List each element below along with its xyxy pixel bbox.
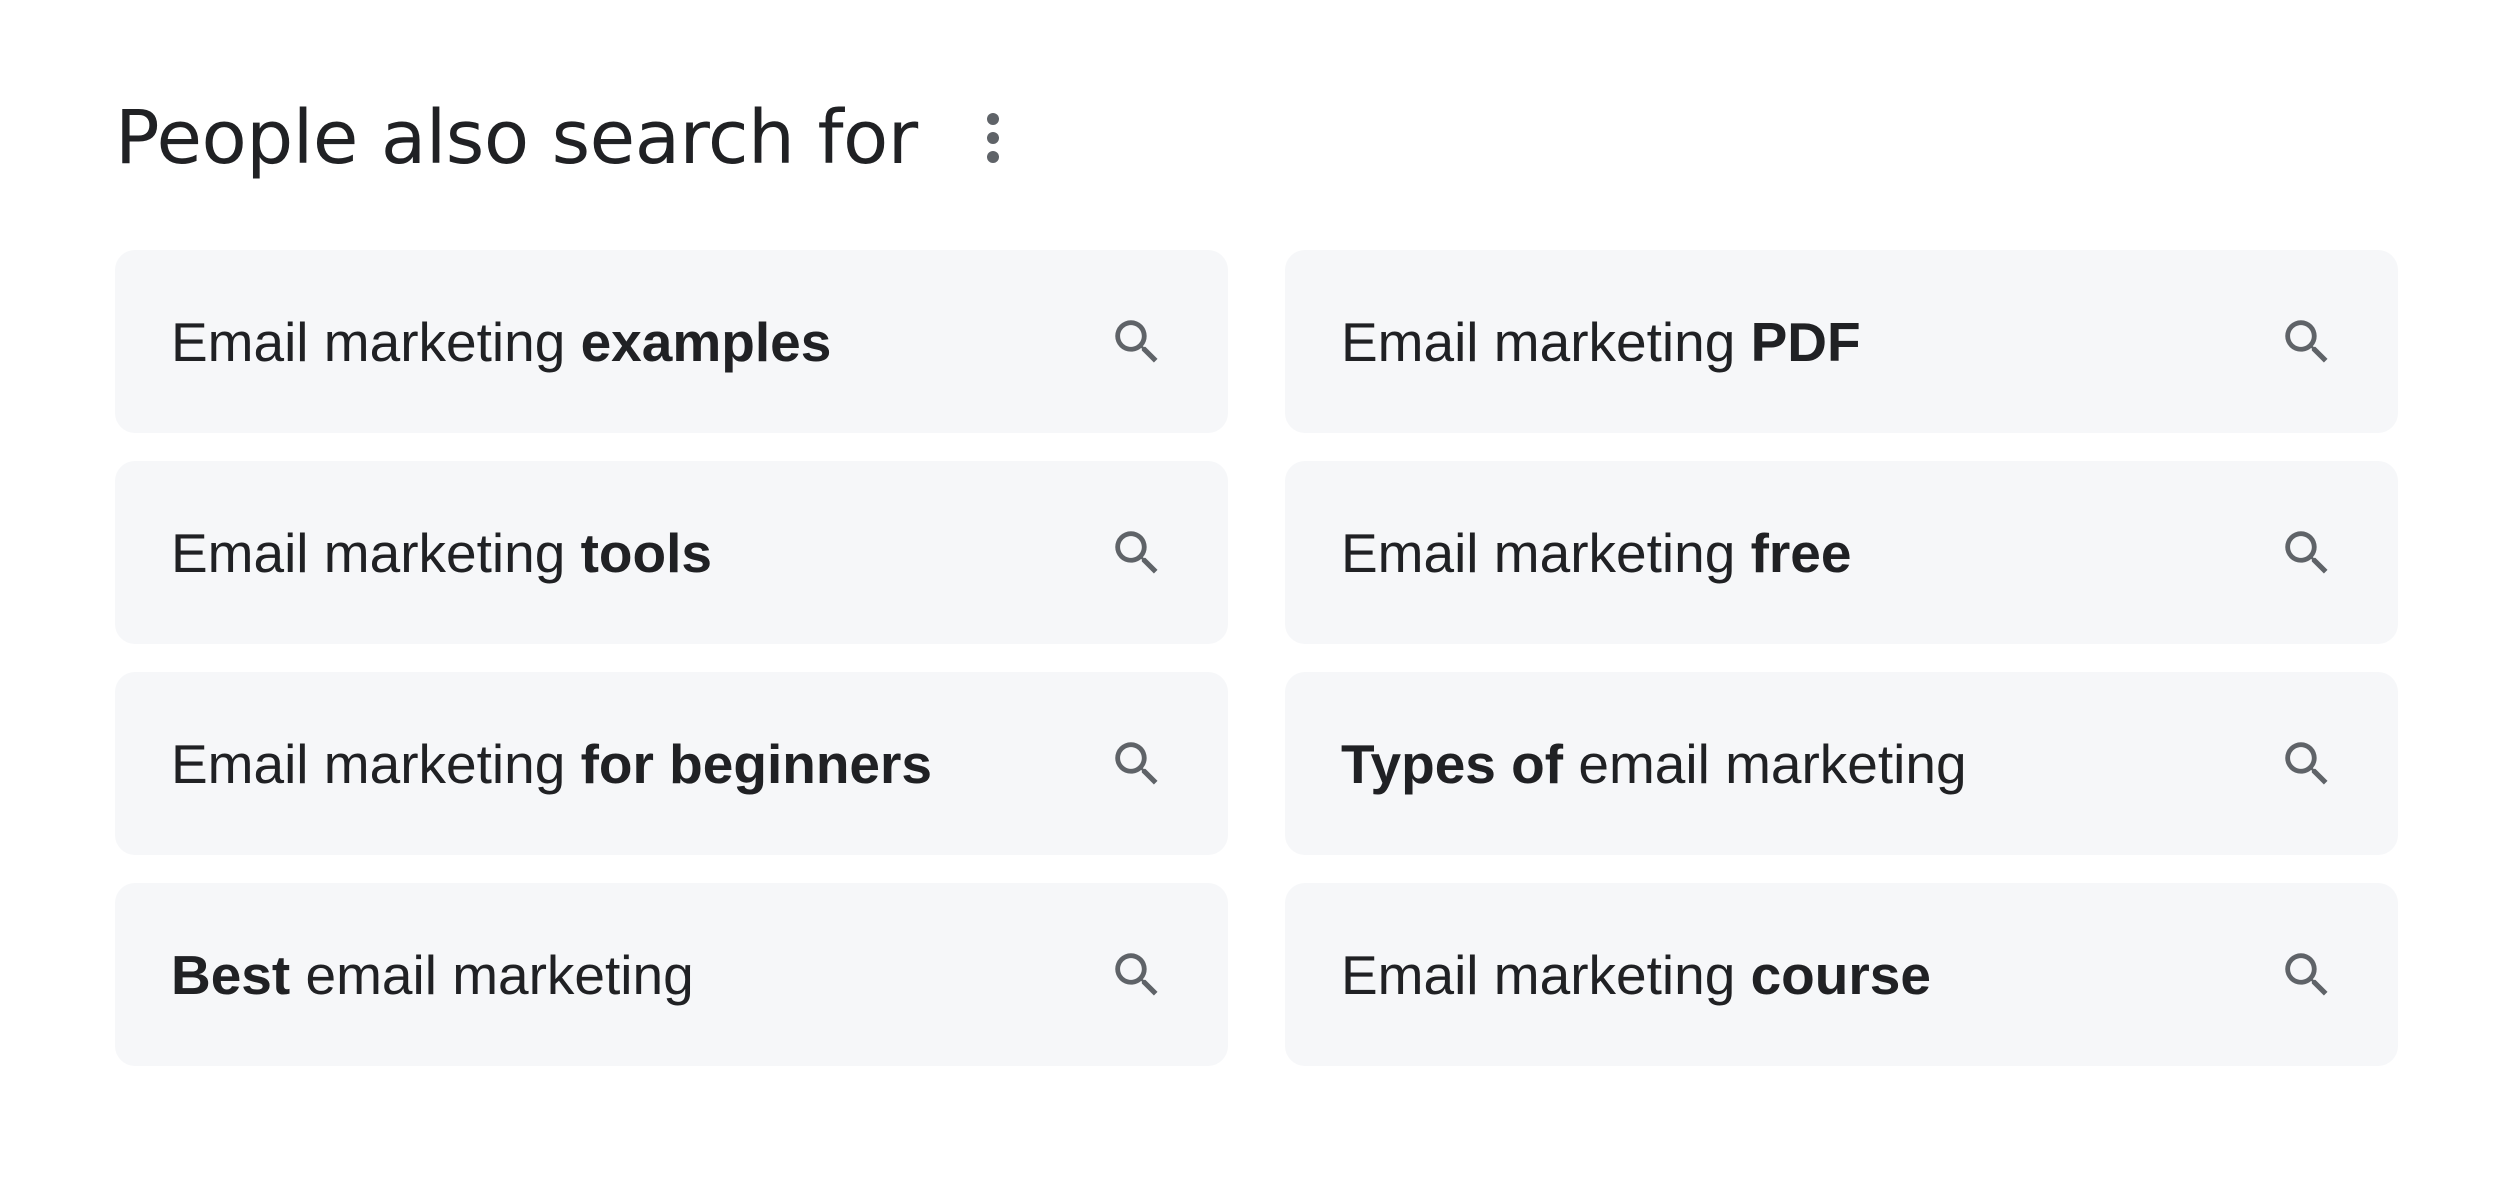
search-icon [1108, 313, 1166, 371]
suggestion-text: Types of email marketing [1341, 732, 1967, 796]
more-vert-icon [986, 113, 999, 125]
suggestion-chip[interactable]: Email marketing tools [115, 461, 1228, 644]
suggestion-text-plain: Email marketing [171, 310, 581, 373]
suggestion-text: Email marketing tools [171, 521, 712, 585]
suggestion-chip[interactable]: Email marketing free [1285, 461, 2398, 644]
suggestion-text: Email marketing examples [171, 310, 831, 374]
suggestion-text: Email marketing free [1341, 521, 1851, 585]
suggestion-text-bold: for beginners [580, 732, 933, 795]
suggestion-text-bold: free [1750, 521, 1852, 584]
search-icon [1108, 735, 1166, 793]
suggestion-text-bold: Types of [1341, 732, 1564, 795]
suggestion-chip[interactable]: Email marketing for beginners [115, 672, 1228, 855]
search-icon [2278, 313, 2336, 371]
suggestion-text-bold: examples [580, 310, 832, 373]
suggestion-chip[interactable]: Email marketing examples [115, 250, 1228, 433]
search-icon [2278, 946, 2336, 1004]
suggestion-text: Email marketing PDF [1341, 310, 1861, 374]
suggestion-text-plain: Email marketing [1341, 521, 1751, 584]
more-vert-icon-dot [986, 132, 999, 144]
more-vert-icon-dot [986, 151, 999, 163]
more-options-button[interactable] [970, 98, 1016, 178]
suggestion-text-bold: PDF [1750, 310, 1861, 373]
search-icon [1108, 946, 1166, 1004]
suggestion-text: Email marketing for beginners [171, 732, 932, 796]
search-icon [1108, 524, 1166, 582]
suggestion-text-bold: course [1750, 943, 1931, 1006]
suggestion-text: Best email marketing [171, 943, 694, 1007]
suggestion-text-plain: Email marketing [1341, 943, 1751, 1006]
suggestion-grid: Email marketing examples Email marketing… [115, 250, 2398, 1066]
suggestion-text-bold: Best [171, 943, 291, 1006]
search-icon [2278, 524, 2336, 582]
suggestion-text-bold: tools [580, 521, 712, 584]
suggestion-chip[interactable]: Best email marketing [115, 883, 1228, 1066]
suggestion-text-plain: email marketing [290, 943, 694, 1006]
suggestion-chip[interactable]: Types of email marketing [1285, 672, 2398, 855]
suggestion-text: Email marketing course [1341, 943, 1931, 1007]
suggestion-text-plain: Email marketing [1341, 310, 1751, 373]
suggestion-chip[interactable]: Email marketing course [1285, 883, 2398, 1066]
suggestion-text-plain: Email marketing [171, 732, 581, 795]
suggestion-text-plain: email marketing [1563, 732, 1967, 795]
section-title: People also search for [115, 95, 918, 181]
section-header: People also search for [115, 88, 1016, 188]
search-icon [2278, 735, 2336, 793]
suggestion-text-plain: Email marketing [171, 521, 581, 584]
suggestion-chip[interactable]: Email marketing PDF [1285, 250, 2398, 433]
